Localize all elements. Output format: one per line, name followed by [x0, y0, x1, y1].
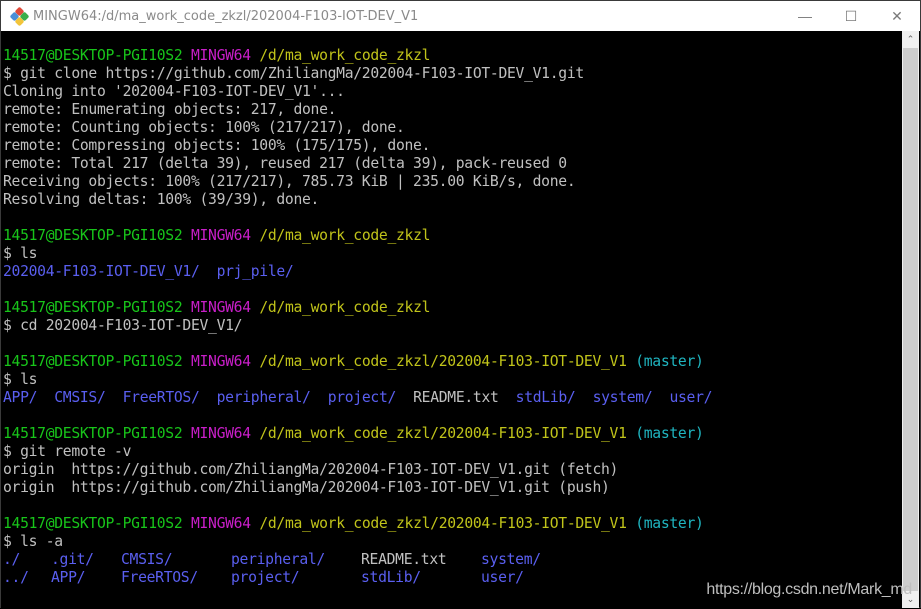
prompt-line: 14517@DESKTOP-PGI10S2 MINGW64 /d/ma_work…	[3, 425, 704, 443]
output-line: remote: Total 217 (delta 39), reused 217…	[3, 155, 567, 172]
command-line: $ git clone https://github.com/ZhiliangM…	[3, 65, 584, 82]
minimize-button[interactable]: —	[782, 1, 828, 31]
dir-entry: stdLib/	[515, 389, 576, 406]
output-line: remote: Enumerating objects: 217, done.	[3, 101, 337, 118]
dir-entry: CMSIS/	[121, 551, 173, 568]
prompt-line: 14517@DESKTOP-PGI10S2 MINGW64 /d/ma_work…	[3, 47, 430, 65]
prompt-line: 14517@DESKTOP-PGI10S2 MINGW64 /d/ma_work…	[3, 299, 430, 317]
listing-line: APP/ CMSIS/ FreeRTOS/ peripheral/ projec…	[3, 389, 712, 407]
output-line: remote: Compressing objects: 100% (175/1…	[3, 137, 431, 154]
scrollbar-thumb[interactable]	[903, 48, 918, 591]
prompt-user-host: 14517@DESKTOP-PGI10S2	[3, 515, 183, 532]
dir-entry: user/	[481, 569, 524, 586]
prompt-branch: (master)	[635, 425, 704, 442]
prompt-user-host: 14517@DESKTOP-PGI10S2	[3, 47, 183, 64]
listing-line: ../ APP/FreeRTOS/project/stdLib/user/	[3, 569, 524, 587]
prompt-shell: MINGW64	[190, 353, 251, 370]
prompt-user-host: 14517@DESKTOP-PGI10S2	[3, 425, 183, 442]
output-line: Resolving deltas: 100% (39/39), done.	[3, 191, 320, 208]
prompt-user-host: 14517@DESKTOP-PGI10S2	[3, 227, 183, 244]
prompt-shell: MINGW64	[190, 227, 251, 244]
prompt-branch: (master)	[635, 353, 704, 370]
prompt-shell: MINGW64	[190, 425, 251, 442]
dir-entry: project/	[231, 569, 300, 586]
dir-entry: project/	[327, 389, 397, 406]
dir-entry: peripheral/	[216, 389, 311, 406]
window-controls: — ☐ ✕	[782, 1, 920, 31]
prompt-branch: (master)	[635, 515, 704, 532]
listing-line: ./ .git/CMSIS/peripheral/README.txt system…	[3, 551, 541, 569]
prompt-user-host: 14517@DESKTOP-PGI10S2	[3, 299, 183, 316]
maximize-button[interactable]: ☐	[828, 1, 874, 31]
dir-entry: APP/	[3, 389, 38, 406]
prompt-user-host: 14517@DESKTOP-PGI10S2	[3, 353, 183, 370]
prompt-path: /d/ma_work_code_zkzl/202004-F103-IOT-DEV…	[259, 353, 627, 370]
output-line: Receiving objects: 100% (217/217), 785.7…	[3, 173, 576, 190]
dir-entry: system/	[481, 551, 541, 568]
dir-entry: .git/	[51, 551, 94, 568]
prompt-shell: MINGW64	[190, 515, 251, 532]
prompt-line: 14517@DESKTOP-PGI10S2 MINGW64 /d/ma_work…	[3, 227, 430, 245]
window-title: MINGW64:/d/ma_work_code_zkzl/202004-F103…	[33, 8, 419, 24]
dir-entry: stdLib/	[361, 569, 421, 586]
dir-entry: FreeRTOS/	[121, 569, 198, 586]
terminal-output[interactable]: 14517@DESKTOP-PGI10S2 MINGW64 /d/ma_work…	[1, 31, 903, 609]
dir-entry: ../	[3, 569, 29, 586]
command-line: $ git remote -v	[3, 443, 132, 460]
prompt-path: /d/ma_work_code_zkzl	[259, 227, 431, 244]
file-entry: README.txt	[361, 551, 447, 568]
title-bar[interactable]: MINGW64:/d/ma_work_code_zkzl/202004-F103…	[1, 1, 920, 31]
dir-entry: 202004-F103-IOT-DEV_V1/	[3, 263, 200, 280]
prompt-shell: MINGW64	[190, 299, 251, 316]
output-line: origin https://github.com/ZhiliangMa/202…	[3, 461, 619, 478]
dir-entry: prj_pile/	[216, 263, 294, 280]
prompt-line: 14517@DESKTOP-PGI10S2 MINGW64 /d/ma_work…	[3, 515, 704, 533]
command-line: $ ls -a	[3, 533, 63, 550]
scroll-up-icon[interactable]: ⌃	[902, 31, 919, 48]
command-line: $ cd 202004-F103-IOT-DEV_V1/	[3, 317, 243, 334]
prompt-line: 14517@DESKTOP-PGI10S2 MINGW64 /d/ma_work…	[3, 353, 704, 371]
watermark: https://blog.csdn.net/Mark_md	[706, 581, 912, 598]
dir-entry: system/	[592, 389, 653, 406]
listing-line: 202004-F103-IOT-DEV_V1/ prj_pile/	[3, 263, 294, 281]
prompt-path: /d/ma_work_code_zkzl/202004-F103-IOT-DEV…	[259, 515, 627, 532]
vertical-scrollbar[interactable]: ⌃ ⌄	[902, 31, 919, 608]
prompt-shell: MINGW64	[190, 47, 251, 64]
dir-entry: CMSIS/	[54, 389, 106, 406]
file-entry: README.txt	[413, 389, 499, 406]
terminal-window: MINGW64:/d/ma_work_code_zkzl/202004-F103…	[0, 0, 921, 609]
prompt-path: /d/ma_work_code_zkzl	[259, 299, 431, 316]
command-line: $ ls	[3, 371, 38, 388]
close-button[interactable]: ✕	[874, 1, 920, 31]
dir-entry: ./	[3, 551, 21, 568]
prompt-path: /d/ma_work_code_zkzl/202004-F103-IOT-DEV…	[259, 425, 627, 442]
git-bash-icon	[9, 6, 30, 27]
dir-entry: user/	[669, 389, 713, 406]
output-line: remote: Counting objects: 100% (217/217)…	[3, 119, 405, 136]
dir-entry: peripheral/	[231, 551, 325, 568]
prompt-path: /d/ma_work_code_zkzl	[259, 47, 431, 64]
dir-entry: APP/	[51, 569, 86, 586]
output-line: origin https://github.com/ZhiliangMa/202…	[3, 479, 610, 496]
dir-entry: FreeRTOS/	[122, 389, 200, 406]
command-line: $ ls	[3, 245, 38, 262]
output-line: Cloning into '202004-F103-IOT-DEV_V1'...	[3, 83, 345, 100]
